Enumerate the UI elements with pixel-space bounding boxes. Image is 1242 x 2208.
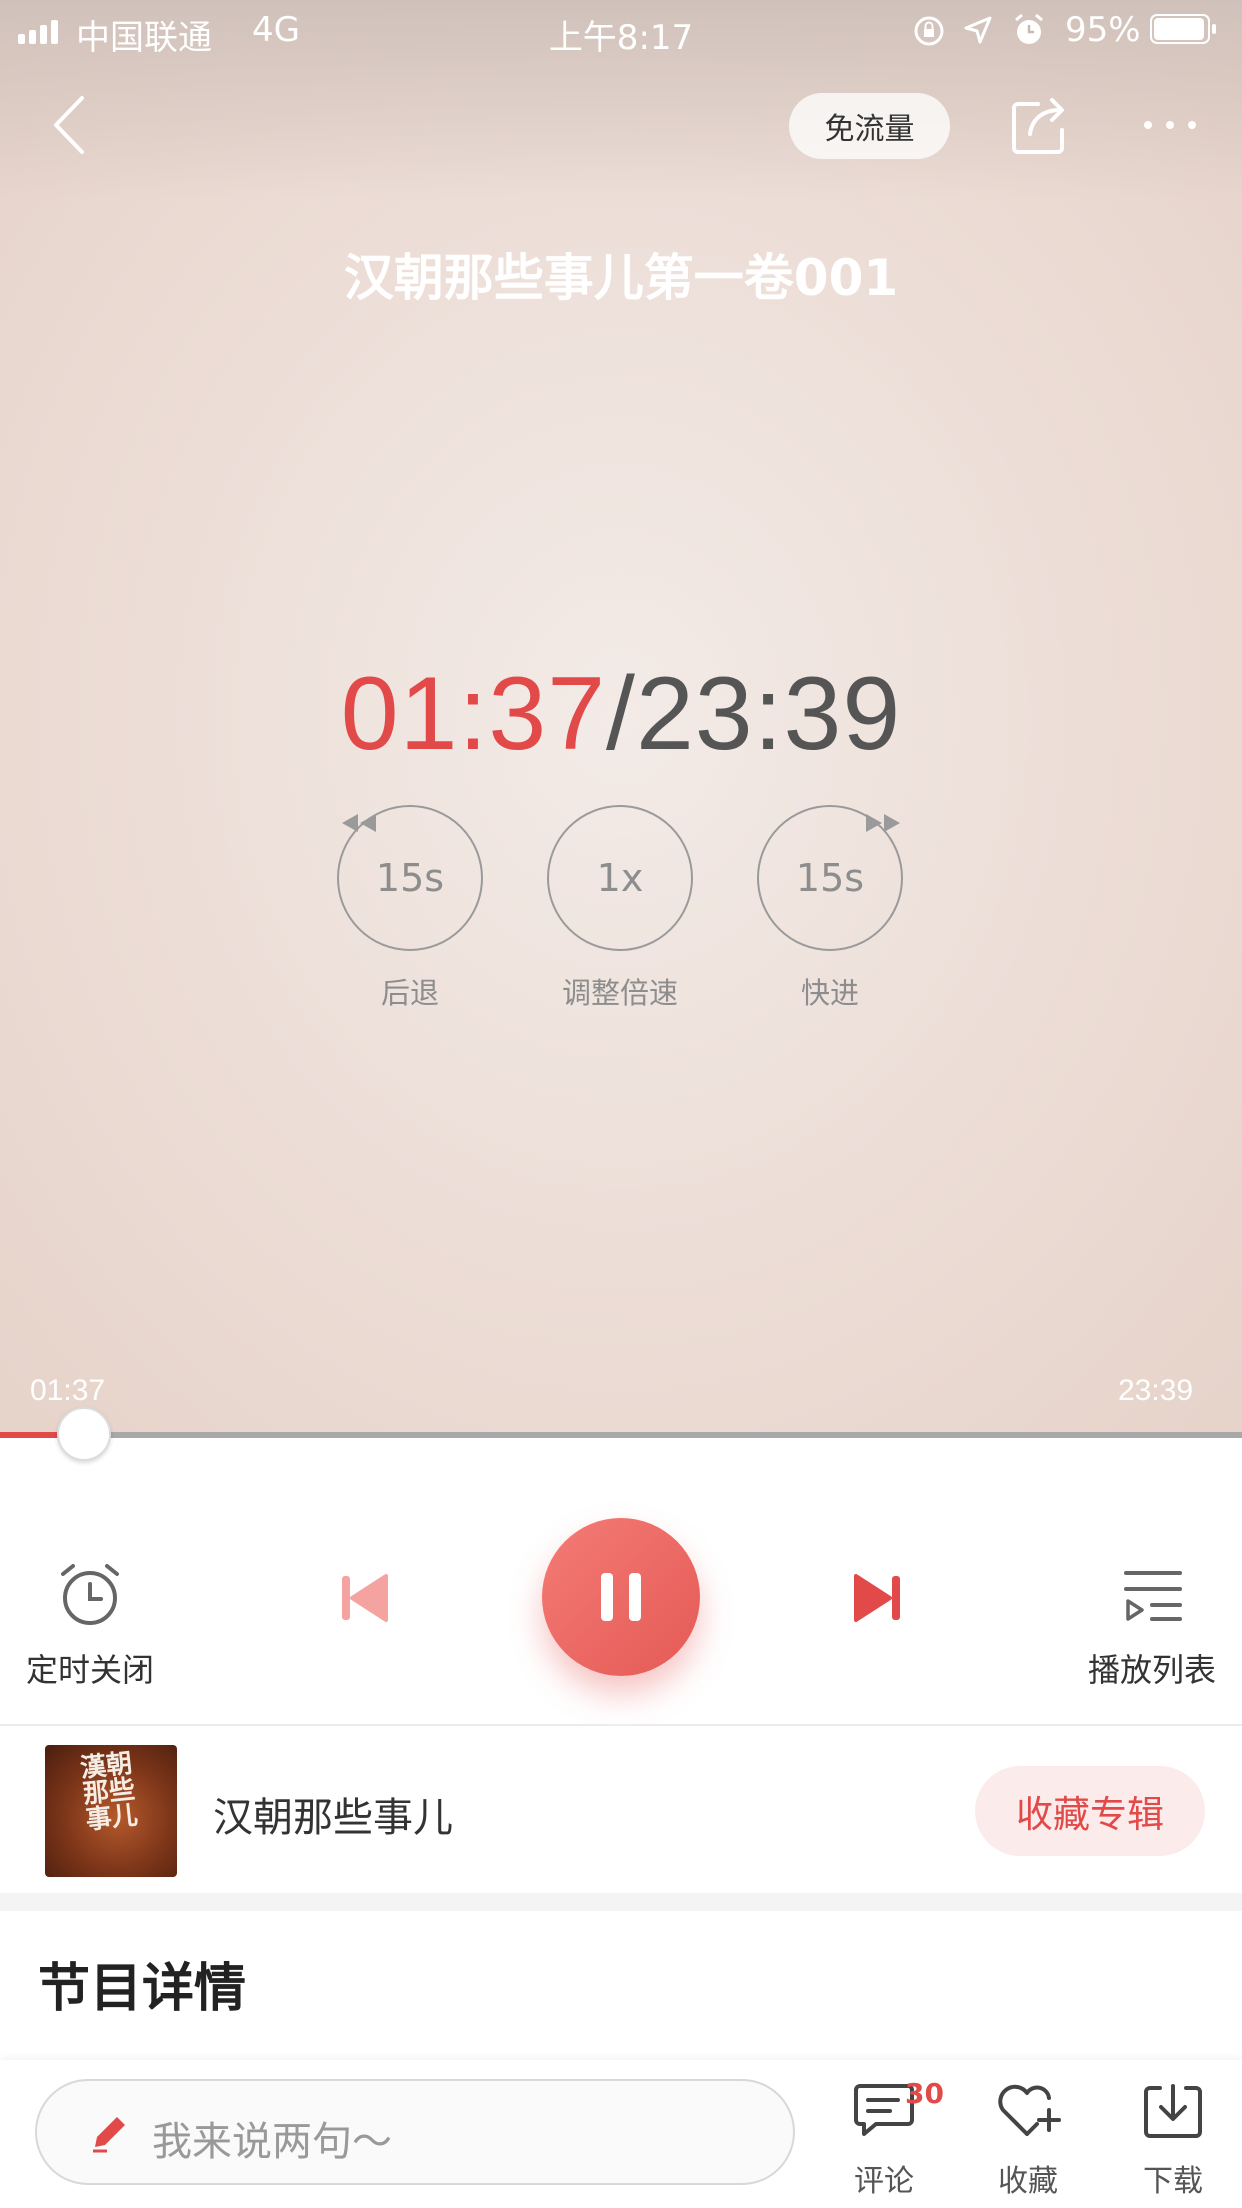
section-separator <box>0 1893 1242 1911</box>
album-cover-art: 漢朝那些事儿 <box>78 1748 140 1836</box>
progress-thumb[interactable] <box>57 1407 111 1461</box>
speed-button[interactable]: 1x <box>547 805 693 951</box>
episode-title: 汉朝那些事儿第一卷001 <box>343 249 899 307</box>
current-time: 01:37 <box>340 656 607 772</box>
back-button[interactable] <box>40 90 100 160</box>
favorite-icon[interactable] <box>993 2080 1063 2140</box>
alarm-icon <box>1015 13 1043 44</box>
rotation-lock-icon <box>914 16 944 46</box>
pencil-icon <box>93 2117 125 2153</box>
previous-track-button[interactable] <box>336 1570 392 1626</box>
time-separator: / <box>606 656 636 772</box>
progress-track[interactable] <box>0 1432 1242 1438</box>
playlist-label: 播放列表 <box>1087 1651 1216 1689</box>
download-label: 下载 <box>1143 2164 1203 2199</box>
comment-label: 评论 <box>854 2164 914 2199</box>
sleep-timer-icon[interactable] <box>55 1560 125 1630</box>
forward-label: 快进 <box>800 976 859 1010</box>
playback-timer: 01:37/23:39 <box>0 655 1242 774</box>
comment-input[interactable]: 我来说两句～ <box>35 2079 795 2185</box>
total-time: 23:39 <box>635 656 902 772</box>
rewind-icon <box>342 814 376 832</box>
rewind-label: 后退 <box>380 976 439 1010</box>
speed-value: 1x <box>596 856 644 900</box>
pause-button[interactable] <box>542 1518 700 1676</box>
favorite-album-button[interactable]: 收藏专辑 <box>975 1766 1205 1856</box>
battery-icon <box>1150 14 1218 46</box>
playlist-icon[interactable] <box>1120 1565 1186 1625</box>
pause-icon <box>601 1573 641 1621</box>
album-name[interactable]: 汉朝那些事儿 <box>213 1785 453 1843</box>
comment-placeholder: 我来说两句～ <box>152 2119 392 2165</box>
status-time: 上午8:17 <box>548 18 694 58</box>
download-icon[interactable] <box>1140 2080 1206 2142</box>
elapsed-time: 01:37 <box>30 1374 106 1407</box>
status-bar: 中国联通 4G 上午8:17 95% <box>0 0 1242 60</box>
forward-value: 15s <box>795 856 865 900</box>
divider <box>0 1724 1242 1726</box>
battery-percentage: 95% <box>1065 10 1141 50</box>
more-options-button[interactable] <box>1140 110 1200 140</box>
fast-forward-icon <box>866 814 900 832</box>
free-data-button[interactable]: 免流量 <box>789 93 950 159</box>
sleep-timer-label: 定时关闭 <box>25 1651 154 1689</box>
rewind-value: 15s <box>375 856 445 900</box>
album-cover[interactable]: 漢朝那些事儿 <box>45 1745 177 1877</box>
comment-count-badge: 30 <box>905 2077 944 2110</box>
speed-label: 调整倍速 <box>561 976 678 1010</box>
section-title: 节目详情 <box>38 1959 247 2019</box>
share-button[interactable] <box>1008 90 1072 160</box>
location-icon <box>964 16 992 44</box>
next-track-button[interactable] <box>850 1570 906 1626</box>
favorite-label: 收藏 <box>998 2164 1058 2199</box>
duration-time: 23:39 <box>1118 1374 1194 1407</box>
